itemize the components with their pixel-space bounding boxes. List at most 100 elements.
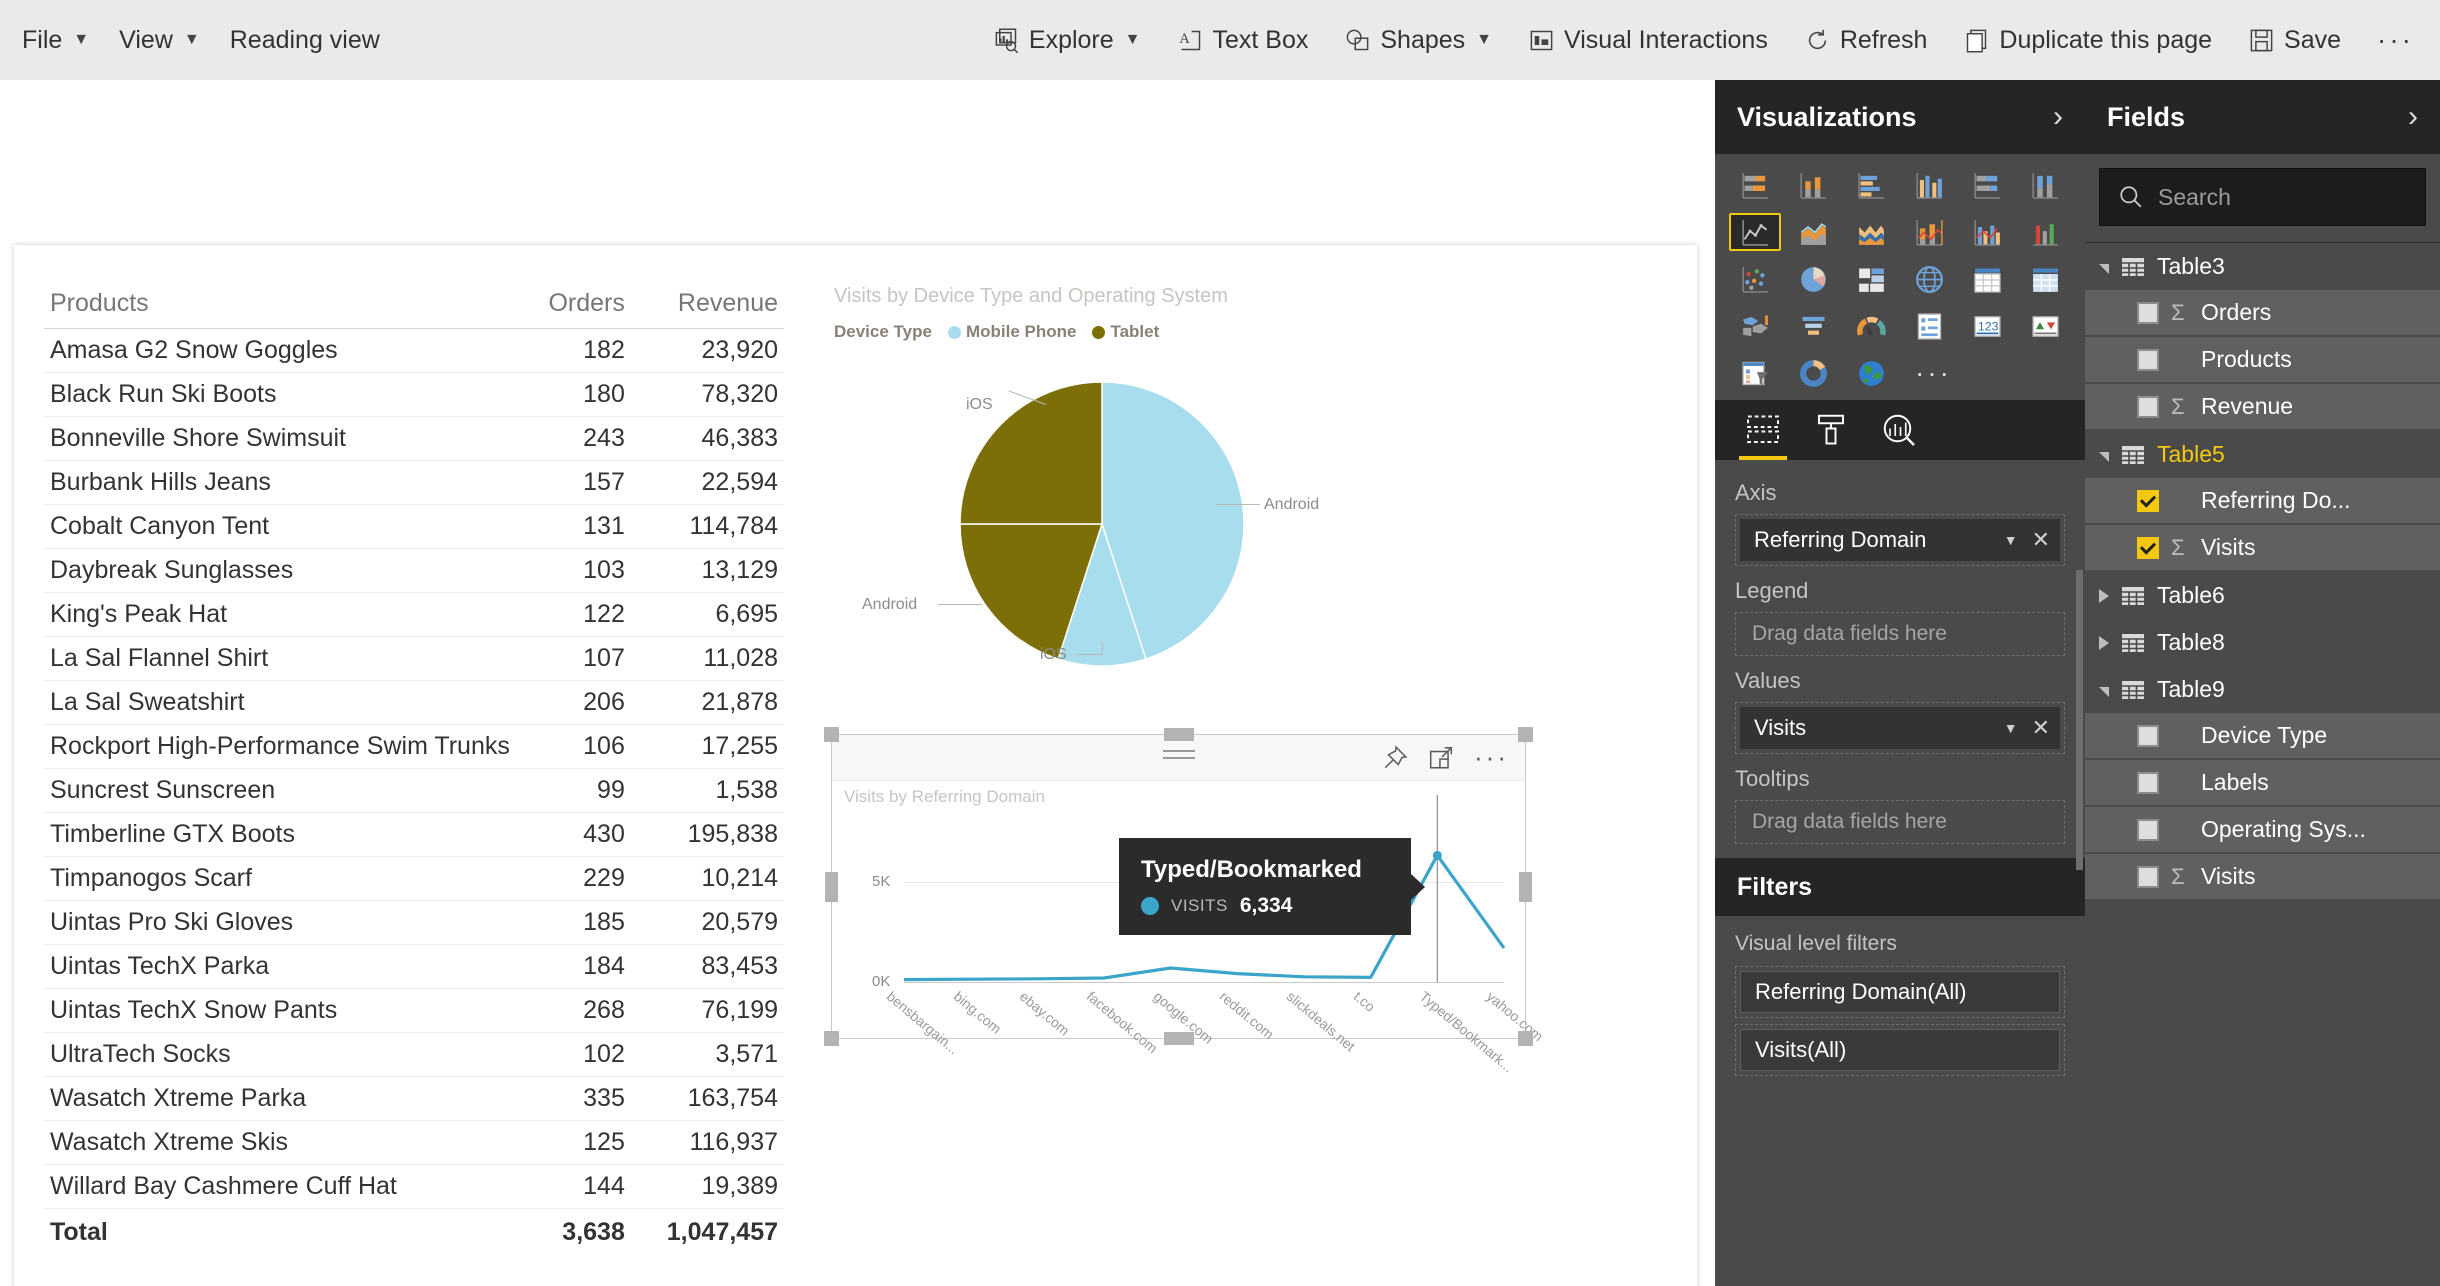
field-item[interactable]: ΣDevice Type xyxy=(2085,713,2440,760)
visual-type-100-stacked-bar-chart[interactable] xyxy=(1961,166,2013,204)
visual-type-treemap[interactable] xyxy=(1845,260,1897,298)
legend-item-mobile-phone[interactable]: Mobile Phone xyxy=(947,322,1076,342)
table-row[interactable]: Wasatch Xtreme Skis 125 116,937 xyxy=(44,1120,784,1165)
button-text-box[interactable]: A Text Box xyxy=(1177,27,1309,54)
field-checkbox[interactable] xyxy=(2137,395,2159,418)
focus-mode-icon[interactable] xyxy=(1428,745,1454,771)
resize-handle-n[interactable] xyxy=(1164,728,1194,741)
visual-type-gauge[interactable] xyxy=(1845,307,1897,345)
visual-type-clustered-bar-chart[interactable] xyxy=(1845,166,1897,204)
filter-card[interactable]: Referring Domain(All) xyxy=(1735,966,2065,1018)
more-options-icon[interactable]: ··· xyxy=(1474,744,1509,771)
drag-handle[interactable] xyxy=(1162,750,1195,764)
visual-type-slicer[interactable] xyxy=(1729,354,1781,392)
field-checkbox[interactable] xyxy=(2137,818,2159,841)
table-row[interactable]: Timberline GTX Boots 430 195,838 xyxy=(44,812,784,857)
data-point-highlighted[interactable] xyxy=(1432,850,1442,860)
filter-card[interactable]: Visits(All) xyxy=(1735,1024,2065,1076)
chevron-down-icon[interactable] xyxy=(2099,263,2109,274)
button-duplicate-page[interactable]: Duplicate this page xyxy=(1963,27,2212,54)
chevron-right-icon[interactable]: › xyxy=(2053,100,2063,134)
visual-type-line-chart[interactable] xyxy=(1729,213,1781,251)
resize-handle-se[interactable] xyxy=(1518,1031,1533,1046)
visual-type-donut-chart[interactable] xyxy=(1787,354,1839,392)
chevron-down-icon[interactable] xyxy=(2099,686,2109,697)
table-row[interactable]: Burbank Hills Jeans 157 22,594 xyxy=(44,460,784,505)
fields-table-table3[interactable]: Table3 xyxy=(2085,243,2440,290)
visual-type-100-stacked-column-chart[interactable] xyxy=(2019,166,2071,204)
field-checkbox[interactable] xyxy=(2137,724,2159,747)
chevron-right-icon[interactable] xyxy=(2099,588,2109,603)
table-row[interactable]: La Sal Sweatshirt 206 21,878 xyxy=(44,680,784,725)
chevron-right-icon[interactable] xyxy=(2099,635,2109,650)
resize-handle-nw[interactable] xyxy=(824,727,839,742)
button-explore[interactable]: Explore ▼ xyxy=(993,27,1141,54)
pie-chart-visual[interactable]: Visits by Device Type and Operating Syst… xyxy=(834,285,1394,705)
resize-handle-sw[interactable] xyxy=(824,1031,839,1046)
field-item[interactable]: ΣOperating Sys... xyxy=(2085,807,2440,854)
field-item[interactable]: ΣReferring Do... xyxy=(2085,478,2440,525)
column-header-revenue[interactable]: Revenue xyxy=(630,285,784,329)
visual-type-ribbon-chart[interactable] xyxy=(2019,213,2071,251)
line-chart-visual[interactable]: ··· Visits by Referring Domain 5K 0K ben… xyxy=(824,727,1546,1075)
table-row[interactable]: Cobalt Canyon Tent 131 114,784 xyxy=(44,504,784,549)
resize-handle-e[interactable] xyxy=(1519,872,1532,902)
visual-type-card[interactable]: 123 xyxy=(1961,307,2013,345)
column-header-orders[interactable]: Orders xyxy=(515,285,631,329)
field-checkbox[interactable] xyxy=(2137,301,2159,324)
visual-type-kpi[interactable] xyxy=(2019,307,2071,345)
resize-handle-w[interactable] xyxy=(825,872,838,902)
report-page[interactable]: Products Orders Revenue Amasa G2 Snow Go… xyxy=(14,245,1697,1286)
well-dropzone-legend[interactable]: Drag data fields here xyxy=(1735,612,2065,656)
fields-table-table5[interactable]: Table5 xyxy=(2085,431,2440,478)
legend-item-tablet[interactable]: Tablet xyxy=(1092,322,1159,342)
table-row[interactable]: Rockport High-Performance Swim Trunks 106… xyxy=(44,724,784,769)
field-chip[interactable]: Referring Domain ▼ ✕ xyxy=(1740,519,2060,561)
menu-reading-view[interactable]: Reading view xyxy=(230,27,380,53)
field-item[interactable]: ΣLabels xyxy=(2085,760,2440,807)
fields-table-table8[interactable]: Table8 xyxy=(2085,619,2440,666)
visual-type-stacked-bar-chart[interactable] xyxy=(1729,166,1781,204)
chevron-right-icon[interactable]: › xyxy=(2408,100,2418,134)
table-row[interactable]: Willard Bay Cashmere Cuff Hat 144 19,389 xyxy=(44,1164,784,1209)
tab-format[interactable] xyxy=(1811,410,1851,450)
more-visuals-button[interactable]: ··· xyxy=(1903,354,2071,392)
visual-type-pie-chart[interactable] xyxy=(1787,260,1839,298)
menu-view[interactable]: View ▼ xyxy=(119,27,200,53)
visual-type-filled-map[interactable] xyxy=(1729,307,1781,345)
field-checkbox[interactable] xyxy=(2137,536,2159,559)
filter-chip-label[interactable]: Visits(All) xyxy=(1740,1029,2060,1071)
visual-type-line-and-stacked-column-chart[interactable] xyxy=(1903,213,1955,251)
fields-table-table6[interactable]: Table6 xyxy=(2085,572,2440,619)
chevron-down-icon[interactable]: ▼ xyxy=(2004,720,2018,736)
visual-type-funnel[interactable] xyxy=(1787,307,1839,345)
visual-type-line-and-clustered-column-chart[interactable] xyxy=(1961,213,2013,251)
visual-type-clustered-column-chart[interactable] xyxy=(1903,166,1955,204)
table-row[interactable]: King's Peak Hat 122 6,695 xyxy=(44,592,784,637)
search-input[interactable]: Search xyxy=(2099,168,2426,226)
visualizations-pane-scrollbar[interactable] xyxy=(2076,570,2083,870)
visual-type-stacked-area-chart[interactable] xyxy=(1845,213,1897,251)
table-row[interactable]: Suncrest Sunscreen 99 1,538 xyxy=(44,768,784,813)
tab-fields[interactable] xyxy=(1739,410,1787,460)
field-checkbox[interactable] xyxy=(2137,489,2159,512)
table-row[interactable]: Uintas TechX Snow Pants 268 76,199 xyxy=(44,988,784,1033)
button-ribbon-overflow[interactable]: ··· xyxy=(2377,26,2414,54)
button-save[interactable]: Save xyxy=(2248,27,2341,54)
field-item[interactable]: ΣProducts xyxy=(2085,337,2440,384)
button-refresh[interactable]: Refresh xyxy=(1804,27,1927,54)
field-item[interactable]: Σ Visits xyxy=(2085,525,2440,572)
field-item[interactable]: Σ Visits xyxy=(2085,854,2440,901)
field-checkbox[interactable] xyxy=(2137,348,2159,371)
table-row[interactable]: La Sal Flannel Shirt 107 11,028 xyxy=(44,636,784,681)
field-chip[interactable]: Visits ▼ ✕ xyxy=(1740,707,2060,749)
well-dropzone-tooltips[interactable]: Drag data fields here xyxy=(1735,800,2065,844)
line-chart-body[interactable]: Visits by Referring Domain 5K 0K bensbar… xyxy=(832,781,1546,1075)
pie-slices[interactable] xyxy=(834,354,1394,694)
visual-type-area-chart[interactable] xyxy=(1787,213,1839,251)
menu-file[interactable]: File ▼ xyxy=(22,27,89,53)
table-row[interactable]: Daybreak Sunglasses 103 13,129 xyxy=(44,548,784,593)
visual-type-card-multi-row[interactable] xyxy=(1903,307,1955,345)
chevron-down-icon[interactable] xyxy=(2099,451,2109,462)
well-dropzone-axis[interactable]: Referring Domain ▼ ✕ xyxy=(1735,514,2065,566)
